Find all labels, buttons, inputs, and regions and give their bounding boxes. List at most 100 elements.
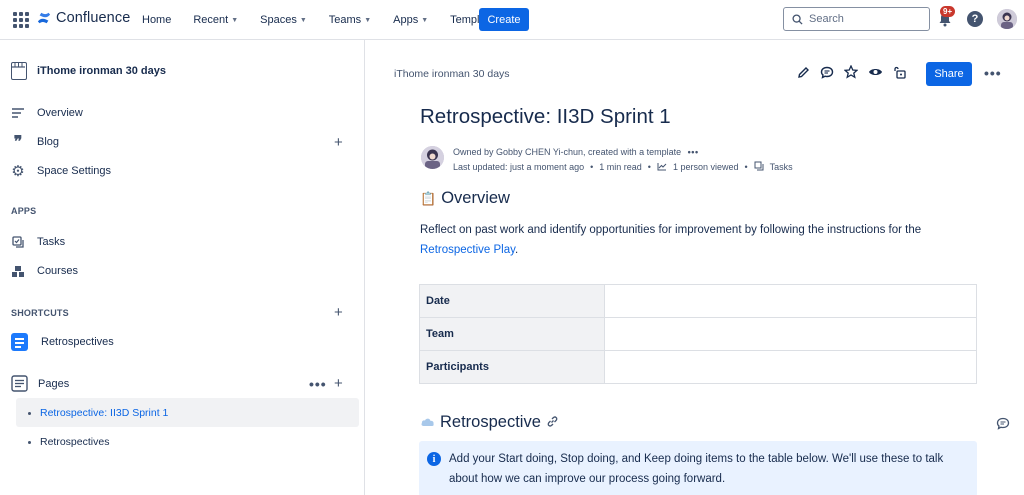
chevron-down-icon: ▼ [231,16,239,24]
watch-eye-icon[interactable] [867,64,883,80]
nav-teams[interactable]: Teams ▼ [325,10,375,30]
tasks-link[interactable]: Tasks [770,162,793,172]
info-panel: i Add your Start doing, Stop doing, and … [419,441,977,495]
page-tree-item[interactable]: Retrospective: II3D Sprint 1 [28,407,168,419]
page-tree-item[interactable]: Retrospectives [28,436,109,448]
table-cell[interactable] [604,350,977,384]
table-header-cell: Participants [419,350,605,384]
retrospective-play-link[interactable]: Retrospective Play [420,244,515,256]
share-button[interactable]: Share [926,62,972,86]
table-cell[interactable] [604,284,977,318]
confluence-logo-icon [37,12,51,24]
star-icon[interactable] [843,64,859,80]
sidebar-item-overview[interactable]: Overview [11,106,83,120]
add-page-icon[interactable]: + [334,376,343,391]
add-blog-icon[interactable]: + [334,135,343,150]
nav-home-label: Home [142,14,172,26]
gear-icon: ⚙ [11,163,25,180]
sidebar-item-space-settings[interactable]: ⚙ Space Settings [11,163,111,180]
info-panel-text: Add your Start doing, Stop doing, and Ke… [449,453,944,485]
inline-comment-icon[interactable] [996,417,1010,433]
chevron-down-icon: ▼ [421,16,429,24]
sidebar-item-label: Space Settings [37,165,111,177]
breadcrumb[interactable]: iThome ironman 30 days [394,68,510,80]
link-anchor-icon[interactable] [546,415,559,431]
avatar-image [421,146,444,169]
sidebar-item-blog[interactable]: ❞ Blog [11,134,60,151]
nav-apps[interactable]: Apps ▼ [389,10,432,30]
help-icon[interactable]: ? [967,11,983,27]
owner-line: Owned by Gobby CHEN Yi-chun, created wit… [453,147,699,157]
table-row: Date [419,284,977,318]
sidebar-item-tasks[interactable]: Tasks [11,235,65,249]
info-table: Date Team Participants [419,284,977,384]
bullet-icon [28,440,31,444]
sidebar-item-courses[interactable]: Courses [11,264,78,278]
nav-spaces[interactable]: Spaces ▼ [256,10,311,30]
nav-spaces-label: Spaces [260,14,297,26]
add-shortcut-icon[interactable]: + [334,305,343,320]
app-switcher-icon[interactable] [13,12,29,28]
page-title: Retrospective: II3D Sprint 1 [420,105,671,128]
viewed-count[interactable]: 1 person viewed [673,162,739,172]
nav-recent[interactable]: Recent ▼ [189,10,242,30]
more-owner-actions-icon[interactable]: ••• [688,147,699,157]
confluence-logo[interactable]: Confluence [37,10,130,26]
product-name: Confluence [56,10,131,26]
primary-nav: Home Recent ▼ Spaces ▼ Teams ▼ Apps ▼ Templa… [138,0,518,40]
pages-icon [11,375,28,392]
table-row: Team [419,317,977,351]
read-time: 1 min read [599,162,642,172]
avatar-image [997,9,1017,29]
sidebar-item-label: Blog [37,136,60,148]
table-cell[interactable] [604,317,977,351]
space-icon [11,62,27,80]
nav-home[interactable]: Home [138,10,175,30]
shortcut-label: Retrospectives [41,336,114,348]
search-input[interactable] [809,13,919,25]
shortcut-retrospectives[interactable]: Retrospectives [11,333,114,351]
dot-separator: • [647,162,651,172]
table-header-cell: Team [419,317,605,351]
courses-icon [11,264,25,278]
quote-icon: ❞ [13,134,23,151]
overview-paragraph: Reflect on past work and identify opport… [420,220,960,260]
overview-heading-text: Overview [441,189,510,207]
chevron-down-icon: ▼ [364,16,372,24]
sidebar-item-label: Tasks [37,236,66,248]
restrictions-lock-icon[interactable] [891,64,907,80]
shortcuts-section-label: SHORTCUTS [11,308,69,318]
owner-text: Owned by Gobby CHEN Yi-chun, created wit… [453,147,682,157]
search-box[interactable] [783,7,930,31]
more-actions-icon[interactable]: ••• [309,376,327,392]
user-avatar[interactable] [997,9,1017,29]
table-row: Participants [419,350,977,384]
clipboard-emoji-icon: 📋 [420,190,437,206]
overview-text-end: . [515,244,519,256]
table-header-cell: Date [419,284,605,318]
overview-icon [11,106,25,120]
comment-icon[interactable] [819,64,835,80]
edit-pencil-icon[interactable] [795,64,811,80]
dot-separator: • [744,162,748,172]
cloud-emoji-icon [420,413,435,432]
apps-section-label: APPS [11,206,37,216]
nav-recent-label: Recent [193,14,229,26]
retrospective-heading: Retrospective [420,413,559,432]
space-header[interactable]: iThome ironman 30 days [11,62,166,80]
more-actions-icon[interactable]: ••• [984,65,1002,81]
chevron-down-icon: ▼ [299,16,307,24]
dot-separator: • [590,162,594,172]
sidebar-item-label: Courses [37,265,78,277]
retrospective-heading-text: Retrospective [440,413,541,431]
tasks-icon [11,235,25,249]
owner-avatar[interactable] [421,146,444,169]
analytics-icon [657,162,667,173]
sidebar-item-pages[interactable]: Pages [11,375,69,392]
sidebar: iThome ironman 30 days Overview ❞ Blog +… [0,40,365,495]
create-button[interactable]: Create [479,8,529,31]
top-navigation: Confluence Home Recent ▼ Spaces ▼ Teams ▼ A… [0,0,1024,40]
notification-badge: 9+ [940,6,956,17]
page-tree-item-label: Retrospective: II3D Sprint 1 [40,407,169,419]
bullet-icon [28,411,31,415]
